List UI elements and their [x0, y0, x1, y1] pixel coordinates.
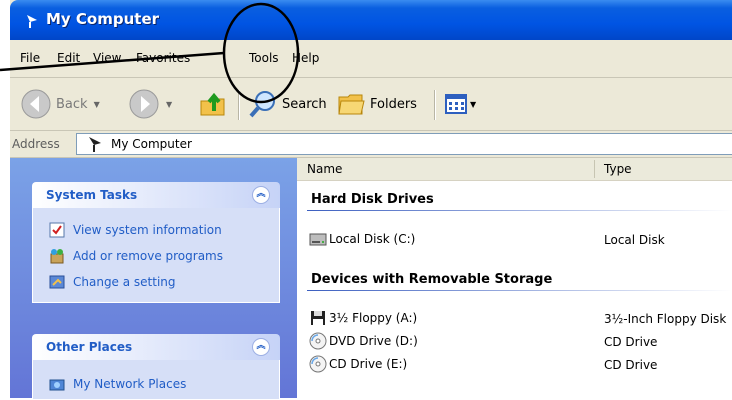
annotation-circle	[222, 2, 300, 104]
annotation-pointer-line	[0, 51, 225, 72]
annotation-overlay	[0, 2, 300, 104]
